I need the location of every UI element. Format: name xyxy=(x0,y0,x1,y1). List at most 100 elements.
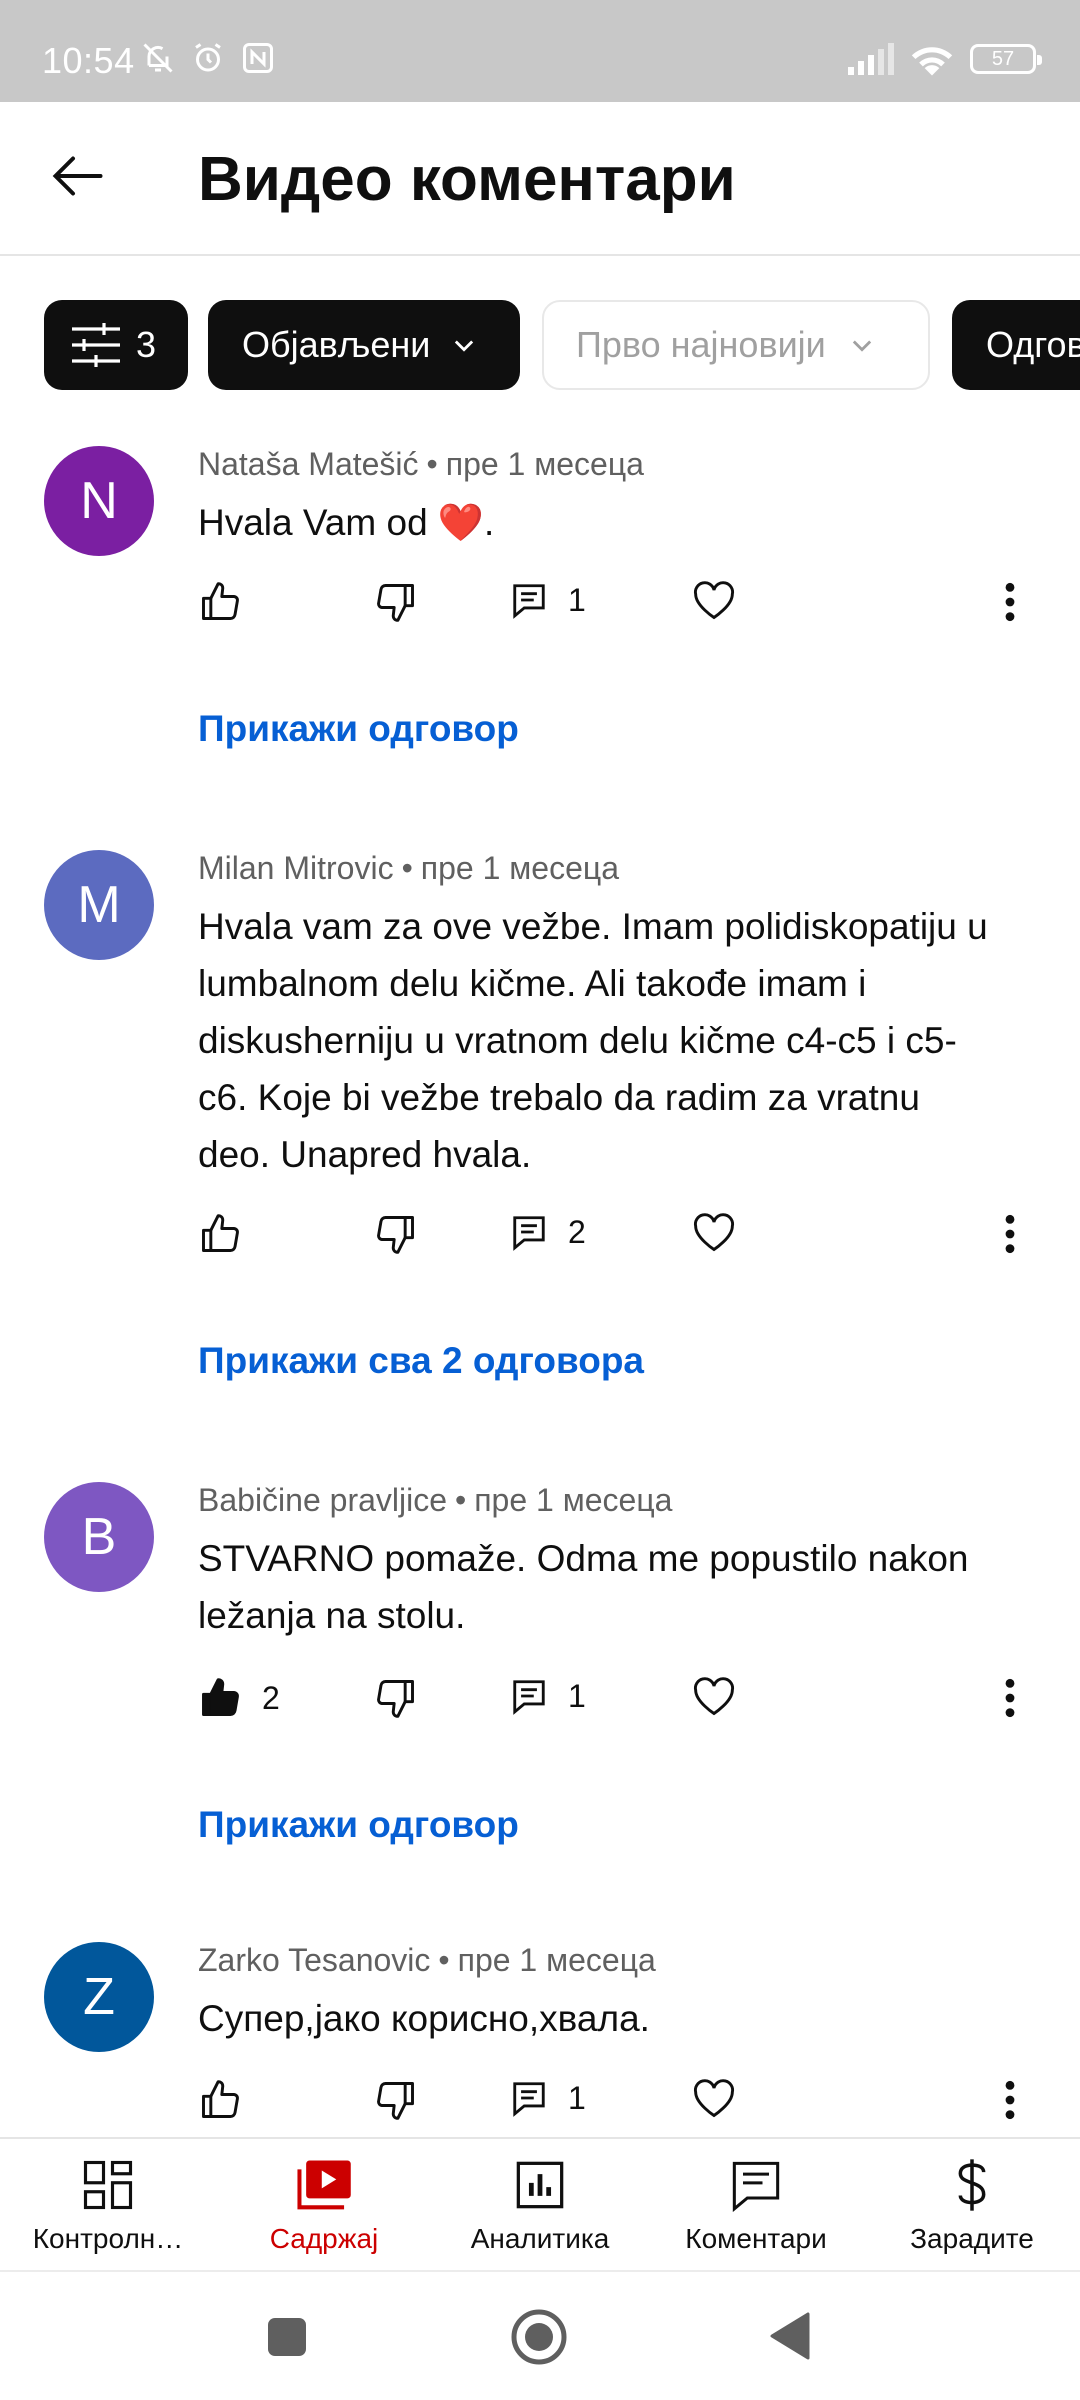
nav-content[interactable]: Садржај xyxy=(216,2139,432,2272)
published-label: Објављени xyxy=(242,324,431,365)
heart-button[interactable] xyxy=(692,580,736,622)
comment-actions: 2 xyxy=(0,1212,1080,1272)
chevron-down-icon xyxy=(852,340,871,352)
avatar-letter: B xyxy=(81,1508,117,1566)
comment-time: пре 1 месеца xyxy=(474,1482,673,1518)
comment-item: N Nataša Matešić • пре 1 месеца Hvala Vam … xyxy=(0,446,1080,766)
status-bar: 10:54 57 xyxy=(0,0,1080,102)
comment-item: B Babičine pravljice • пре 1 месеца STVARN… xyxy=(0,1482,1080,1845)
home-button[interactable] xyxy=(510,2308,568,2371)
dislike-button[interactable] xyxy=(374,2078,418,2122)
dislike-button[interactable] xyxy=(374,1212,418,1256)
avatar[interactable]: Z xyxy=(44,1942,154,2052)
sort-label: Прво најновији xyxy=(576,324,826,365)
published-dropdown[interactable]: Објављени xyxy=(208,300,520,390)
heart-button[interactable] xyxy=(692,1676,736,1718)
heart-icon xyxy=(693,581,735,620)
bottom-navigation: Контролн… Садржај Аналитика Коментари За… xyxy=(0,2137,1080,2270)
like-button[interactable] xyxy=(198,2078,262,2122)
show-replies-link[interactable]: Прикажи сва 2 одговора xyxy=(198,1340,644,1382)
reply-button[interactable]: 1 xyxy=(510,1676,586,1716)
thumbs-down-icon xyxy=(377,584,414,622)
comment-icon xyxy=(513,584,545,619)
app-header: Видео коментари xyxy=(0,102,1080,256)
reply-count: 1 xyxy=(568,2079,586,2116)
nav-label: Аналитика xyxy=(470,2223,610,2254)
reply-count: 1 xyxy=(568,581,586,618)
comment-item: M Milan Mitrovic • пре 1 месеца Hvala vam … xyxy=(0,850,1080,1381)
avatar[interactable]: B xyxy=(44,1482,154,1592)
show-replies-link[interactable]: Прикажи одговор xyxy=(198,1804,519,1846)
heart-icon xyxy=(693,1213,735,1252)
more-options-button[interactable] xyxy=(996,580,1024,624)
comment-meta: Nataša Matešić • пре 1 месеца xyxy=(198,446,644,483)
avatar-letter: N xyxy=(80,472,118,530)
analytics-icon xyxy=(516,2161,564,2209)
comment-author: Nataša Matešić xyxy=(198,446,419,482)
comment-author: Zarko Tesanovic xyxy=(198,1942,431,1978)
heart-button[interactable] xyxy=(692,1212,736,1254)
dislike-button[interactable] xyxy=(374,1676,418,1720)
meta-separator: • xyxy=(438,1942,450,1978)
comment-author: Babičine pravljice xyxy=(198,1482,448,1518)
sort-dropdown[interactable]: Прво најновији xyxy=(542,300,930,390)
comment-icon xyxy=(513,1680,545,1715)
meta-separator: • xyxy=(401,850,413,886)
more-options-button[interactable] xyxy=(996,1676,1024,1720)
heart-icon xyxy=(693,1677,735,1716)
wifi-icon xyxy=(911,47,953,76)
replies-filter-chip[interactable]: Одговори xyxy=(952,300,1080,390)
recents-button[interactable] xyxy=(266,2316,308,2363)
comment-meta: Zarko Tesanovic • пре 1 месеца xyxy=(198,1942,656,1979)
comments-icon xyxy=(732,2161,780,2212)
nav-dashboard[interactable]: Контролн… xyxy=(0,2139,216,2272)
more-vertical-icon xyxy=(1005,2080,1015,2120)
chevron-down-icon xyxy=(455,340,474,352)
filter-button[interactable]: 3 xyxy=(44,300,188,390)
reply-button[interactable]: 1 xyxy=(510,580,586,620)
avatar[interactable]: N xyxy=(44,446,154,556)
comment-text: Hvala vam za ove vežbe. Imam polidiskopa… xyxy=(198,906,988,1175)
comment-meta: Babičine pravljice • пре 1 месеца xyxy=(198,1482,672,1519)
show-replies-link[interactable]: Прикажи одговор xyxy=(198,708,519,750)
thumbs-up-filled-icon xyxy=(202,1678,239,1716)
avatar[interactable]: M xyxy=(44,850,154,960)
more-options-button[interactable] xyxy=(996,2078,1024,2122)
nav-analytics[interactable]: Аналитика xyxy=(432,2139,648,2272)
like-button[interactable]: 2 xyxy=(198,1676,280,1720)
more-vertical-icon xyxy=(1005,1678,1015,1718)
like-button[interactable] xyxy=(198,1212,262,1256)
comment-author: Milan Mitrovic xyxy=(198,850,394,886)
nav-label: Садржај xyxy=(269,2223,379,2254)
nav-comments[interactable]: Коментари xyxy=(648,2139,864,2272)
nav-label: Коментари xyxy=(685,2223,827,2254)
reply-count: 2 xyxy=(568,1213,586,1250)
dislike-button[interactable] xyxy=(374,580,418,624)
thumbs-down-icon xyxy=(377,1216,414,1254)
more-vertical-icon xyxy=(1005,582,1015,622)
reply-button[interactable]: 2 xyxy=(510,1212,586,1252)
back-nav-button[interactable] xyxy=(770,2312,810,2365)
more-options-button[interactable] xyxy=(996,1212,1024,1256)
comment-actions: 1 xyxy=(0,2078,1080,2138)
thumbs-down-icon xyxy=(377,2082,414,2120)
filter-chips: 3 Објављени Прво најновији Одговори xyxy=(0,300,1080,392)
replies-filter-label: Одговори xyxy=(986,324,1080,365)
page-title: Видео коментари xyxy=(198,145,736,214)
notifications-off-icon xyxy=(143,43,173,73)
comment-time: пре 1 месеца xyxy=(420,850,619,886)
nav-earn[interactable]: Зарадите xyxy=(864,2139,1080,2272)
thumbs-up-icon xyxy=(202,2080,239,2118)
meta-separator: • xyxy=(426,446,438,482)
earn-icon xyxy=(958,2159,986,2211)
reply-button[interactable]: 1 xyxy=(510,2078,586,2118)
back-button[interactable] xyxy=(48,146,108,206)
more-vertical-icon xyxy=(1005,1214,1015,1254)
comment-text: Супер,јако корисно,хвала. xyxy=(198,1998,650,2039)
like-button[interactable] xyxy=(198,580,262,624)
reply-count: 1 xyxy=(568,1677,586,1714)
like-count: 2 xyxy=(262,1679,280,1716)
comment-text: Hvala Vam od ❤️. xyxy=(198,502,495,543)
heart-button[interactable] xyxy=(692,2078,736,2120)
battery-indicator: 57 xyxy=(970,44,1042,74)
